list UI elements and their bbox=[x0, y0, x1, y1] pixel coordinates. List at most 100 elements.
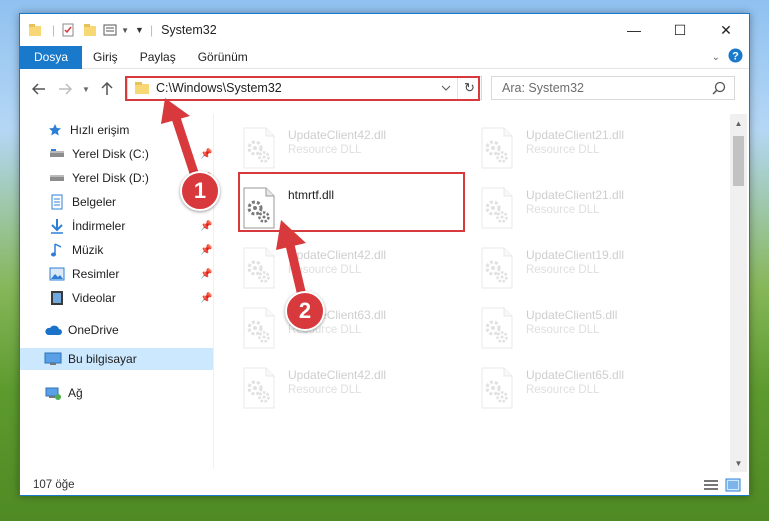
sidebar-item-network[interactable]: Ağ bbox=[44, 382, 83, 404]
step-1-marker: 1 bbox=[180, 171, 220, 211]
folder-icon bbox=[28, 14, 42, 46]
sidebar-item-label: Yerel Disk (C:) bbox=[72, 147, 149, 161]
scroll-down-icon[interactable]: ▼ bbox=[730, 456, 747, 470]
file-item[interactable]: UpdateClient42.dll Resource DLL bbox=[214, 244, 434, 294]
status-bar: 107 öğe bbox=[20, 474, 749, 495]
sidebar-item-quick-access[interactable]: Hızlı erişim bbox=[46, 119, 129, 141]
search-box[interactable]: Ara: System32 bbox=[491, 76, 735, 100]
dll-file-icon bbox=[242, 247, 276, 289]
tab-view[interactable]: Görünüm bbox=[187, 46, 259, 69]
download-icon bbox=[48, 218, 66, 234]
title-bar: | ▼ ▼ | System32 — ☐ ✕ bbox=[20, 14, 749, 46]
sidebar-item-label: Ağ bbox=[68, 386, 83, 400]
file-type: Resource DLL bbox=[288, 384, 362, 396]
quick-access-dropdown-icon[interactable]: ▼ bbox=[135, 14, 144, 46]
details-view-icon[interactable] bbox=[703, 478, 719, 495]
large-icons-view-icon[interactable] bbox=[725, 478, 741, 495]
file-name: UpdateClient21.dll bbox=[526, 128, 625, 142]
file-type: Resource DLL bbox=[526, 144, 600, 156]
file-item[interactable]: UpdateClient21.dll Resource DLL bbox=[452, 124, 672, 174]
dll-file-icon bbox=[480, 127, 514, 169]
dll-file-icon bbox=[480, 247, 514, 289]
pin-icon[interactable]: 📌 bbox=[200, 245, 212, 256]
star-icon bbox=[46, 122, 64, 138]
pin-icon[interactable]: 📌 bbox=[200, 149, 212, 160]
vertical-scrollbar[interactable]: ▲ ▼ bbox=[730, 114, 747, 472]
dll-file-icon bbox=[242, 367, 276, 409]
dll-file-icon bbox=[480, 307, 514, 349]
computer-icon bbox=[44, 351, 62, 367]
help-icon[interactable]: ? bbox=[728, 48, 743, 66]
customize-dropdown-icon[interactable]: ▼ bbox=[121, 14, 129, 46]
dll-file-icon bbox=[480, 367, 514, 409]
file-name: UpdateClient65.dll bbox=[526, 368, 625, 382]
sidebar-item-disk-c[interactable]: Yerel Disk (C:) 📌 bbox=[48, 143, 214, 165]
drive-icon bbox=[48, 170, 66, 186]
file-name: UpdateClient5.dll bbox=[526, 308, 618, 322]
file-type: Resource DLL bbox=[526, 384, 600, 396]
separator: | bbox=[52, 23, 56, 37]
item-count: 107 öğe bbox=[33, 479, 75, 491]
file-item[interactable]: UpdateClient21.dll Resource DLL bbox=[452, 184, 672, 234]
scroll-up-icon[interactable]: ▲ bbox=[730, 116, 747, 130]
search-icon[interactable] bbox=[712, 81, 726, 98]
file-type: Resource DLL bbox=[526, 264, 600, 276]
sidebar-item-videos[interactable]: Videolar 📌 bbox=[48, 287, 214, 309]
file-name: UpdateClient42.dll bbox=[288, 368, 387, 382]
ribbon-tabs: Dosya Giriş Paylaş Görünüm ⌄ ? bbox=[20, 45, 749, 69]
file-name: UpdateClient21.dll bbox=[526, 188, 625, 202]
file-type: Resource DLL bbox=[526, 324, 600, 336]
sidebar-item-downloads[interactable]: İndirmeler 📌 bbox=[48, 215, 214, 237]
pin-icon[interactable]: 📌 bbox=[200, 221, 212, 232]
sidebar-item-label: Belgeler bbox=[72, 195, 117, 209]
search-placeholder[interactable]: Ara: System32 bbox=[502, 81, 584, 95]
video-icon bbox=[48, 290, 66, 306]
up-button[interactable] bbox=[94, 76, 120, 102]
window-controls: — ☐ ✕ bbox=[611, 14, 749, 46]
new-folder-icon[interactable] bbox=[83, 14, 97, 46]
file-item[interactable]: UpdateClient42.dll Resource DLL bbox=[214, 124, 434, 174]
tab-file[interactable]: Dosya bbox=[20, 45, 83, 69]
sidebar-item-label: Resimler bbox=[72, 267, 120, 281]
file-item[interactable]: UpdateClient65.dll Resource DLL bbox=[452, 364, 672, 414]
minimize-button[interactable]: — bbox=[611, 14, 657, 46]
properties-icon[interactable] bbox=[61, 14, 75, 46]
sidebar-item-onedrive[interactable]: OneDrive bbox=[44, 319, 119, 341]
view-options-icon[interactable] bbox=[103, 14, 119, 46]
window-title: System32 bbox=[161, 23, 217, 37]
maximize-button[interactable]: ☐ bbox=[657, 14, 703, 46]
file-name: UpdateClient42.dll bbox=[288, 128, 387, 142]
separator: | bbox=[149, 23, 154, 37]
document-icon bbox=[48, 194, 66, 210]
navigation-pane: Hızlı erişim Yerel Disk (C:) 📌 Yerel Dis… bbox=[20, 114, 214, 469]
sidebar-item-pictures[interactable]: Resimler 📌 bbox=[48, 263, 214, 285]
file-highlight-box bbox=[238, 172, 465, 232]
file-name: UpdateClient19.dll bbox=[526, 248, 625, 262]
file-item[interactable]: UpdateClient42.dll Resource DLL bbox=[214, 364, 434, 414]
step-2-marker: 2 bbox=[285, 291, 325, 331]
file-item[interactable]: UpdateClient19.dll Resource DLL bbox=[452, 244, 672, 294]
svg-text:?: ? bbox=[732, 51, 739, 63]
pin-icon[interactable]: 📌 bbox=[200, 293, 212, 304]
sidebar-item-this-pc[interactable]: Bu bilgisayar bbox=[20, 348, 213, 370]
file-type: Resource DLL bbox=[526, 204, 600, 216]
forward-button[interactable] bbox=[52, 76, 78, 102]
sidebar-item-label: Hızlı erişim bbox=[70, 123, 130, 137]
dll-file-icon bbox=[242, 307, 276, 349]
expand-ribbon-icon[interactable]: ⌄ bbox=[712, 52, 720, 63]
address-highlight-box bbox=[125, 76, 480, 101]
sidebar-item-label: Videolar bbox=[72, 291, 116, 305]
close-button[interactable]: ✕ bbox=[703, 14, 749, 46]
scroll-thumb[interactable] bbox=[733, 136, 744, 186]
file-type: Resource DLL bbox=[288, 264, 362, 276]
pictures-icon bbox=[48, 266, 66, 282]
back-button[interactable] bbox=[26, 76, 52, 102]
file-item[interactable]: UpdateClient5.dll Resource DLL bbox=[452, 304, 672, 354]
tab-share[interactable]: Paylaş bbox=[129, 46, 187, 69]
music-icon bbox=[48, 242, 66, 258]
pin-icon[interactable]: 📌 bbox=[200, 269, 212, 280]
sidebar-item-label: Yerel Disk (D:) bbox=[72, 171, 149, 185]
tab-home[interactable]: Giriş bbox=[82, 46, 129, 69]
recent-locations-icon[interactable]: ▼ bbox=[78, 76, 94, 102]
sidebar-item-music[interactable]: Müzik 📌 bbox=[48, 239, 214, 261]
